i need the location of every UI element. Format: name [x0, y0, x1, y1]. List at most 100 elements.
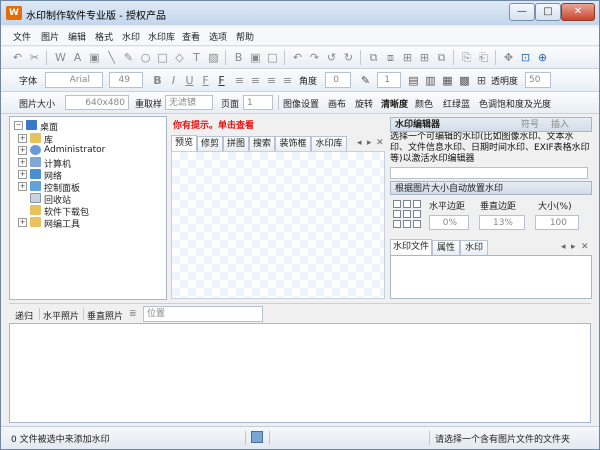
align-right-icon[interactable]: ≡: [265, 74, 278, 87]
send-back-icon[interactable]: ⧉: [435, 51, 448, 64]
filter-select[interactable]: 无滤镜: [165, 95, 213, 110]
frame-icon[interactable]: □: [266, 51, 279, 64]
list-view-icon[interactable]: ≣: [129, 309, 137, 319]
menu-options[interactable]: 选项: [209, 30, 227, 43]
auto-place-header[interactable]: 根据图片大小自动放置水印: [390, 181, 592, 195]
pen-icon[interactable]: ✎: [122, 51, 135, 64]
menu-watermark[interactable]: 水印: [122, 30, 140, 43]
copy-icon[interactable]: ⎘: [460, 51, 473, 64]
maximize-button[interactable]: □: [535, 3, 561, 21]
pattern-icon[interactable]: ▩: [458, 74, 471, 87]
color-button[interactable]: 颜色: [415, 97, 433, 110]
group-icon[interactable]: ⧉: [367, 51, 380, 64]
minimize-button[interactable]: —: [509, 3, 535, 21]
tab-watermark-file[interactable]: 水印文件: [390, 239, 432, 255]
picture-add-icon[interactable]: ▣: [249, 51, 262, 64]
image-size-field[interactable]: 640x480: [65, 95, 129, 110]
expand-icon[interactable]: +: [18, 146, 27, 155]
hue-saturation-button[interactable]: 色调饱和度及光度: [479, 97, 551, 110]
position-grid-cell[interactable]: [403, 210, 411, 218]
vertical-photo-button[interactable]: 垂直照片: [87, 309, 123, 322]
menu-edit[interactable]: 编辑: [68, 30, 86, 43]
rotate-left-icon[interactable]: ↺: [325, 51, 338, 64]
menu-help[interactable]: 帮助: [236, 30, 254, 43]
tab-scroll-left-icon[interactable]: ◂: [357, 138, 362, 148]
shape-icon[interactable]: ◇: [173, 51, 186, 64]
tab-search[interactable]: 搜索: [249, 136, 275, 151]
font-family-select[interactable]: Arial: [45, 72, 103, 88]
expand-icon[interactable]: +: [18, 158, 27, 167]
watermark-edit-field[interactable]: [390, 167, 588, 179]
ellipse-icon[interactable]: ○: [139, 51, 152, 64]
tab-properties[interactable]: 属性: [432, 240, 460, 255]
menu-file[interactable]: 文件: [13, 30, 31, 43]
hint-link[interactable]: 你有提示。单击查看: [173, 118, 254, 131]
page-select[interactable]: 1: [243, 95, 273, 110]
tab-close-icon[interactable]: ✕: [376, 138, 384, 148]
italic-button[interactable]: I: [167, 74, 180, 87]
position-select[interactable]: 位置: [143, 306, 263, 322]
tab-scroll-right-icon[interactable]: ▸: [571, 242, 576, 252]
font-effect-button[interactable]: F: [215, 74, 228, 87]
tab-close-icon[interactable]: ✕: [581, 242, 589, 252]
recursive-button[interactable]: 递归: [15, 309, 33, 322]
fit-icon[interactable]: ⊡: [519, 51, 532, 64]
position-grid-cell[interactable]: [393, 220, 401, 228]
tab-scroll-right-icon[interactable]: ▸: [367, 138, 372, 148]
close-button[interactable]: ✕: [561, 3, 595, 21]
position-grid-cell[interactable]: [413, 200, 421, 208]
tab-collage[interactable]: 拼图: [223, 136, 249, 151]
size-spin[interactable]: 100: [535, 215, 579, 230]
text-icon[interactable]: A: [71, 51, 84, 64]
expand-icon[interactable]: +: [18, 182, 27, 191]
insert-button[interactable]: 插入: [551, 118, 569, 132]
vmargin-spin[interactable]: 13%: [479, 215, 525, 230]
angle-select[interactable]: 0: [325, 72, 351, 88]
file-list-panel[interactable]: [9, 323, 591, 423]
tab-trim[interactable]: 修剪: [197, 136, 223, 151]
undo-action-icon[interactable]: ↶: [291, 51, 304, 64]
move-icon[interactable]: ✥: [502, 51, 515, 64]
sharpness-button[interactable]: 清晰度: [381, 97, 408, 110]
rgb-button[interactable]: 红绿蓝: [443, 97, 470, 110]
tab-watermark-library[interactable]: 水印库: [311, 136, 347, 151]
opacity-select[interactable]: 50: [525, 72, 551, 88]
menu-image[interactable]: 图片: [41, 30, 59, 43]
text-add-icon[interactable]: B: [232, 51, 245, 64]
collapse-icon[interactable]: −: [14, 121, 23, 130]
shadow-icon[interactable]: ▥: [424, 74, 437, 87]
tab-frame[interactable]: 装饰框: [275, 136, 311, 151]
expand-icon[interactable]: +: [18, 218, 27, 227]
menu-view[interactable]: 查看: [182, 30, 200, 43]
rotate-button[interactable]: 旋转: [355, 97, 373, 110]
align-icon[interactable]: ⊞: [401, 51, 414, 64]
line-icon[interactable]: ╲: [105, 51, 118, 64]
tab-preview[interactable]: 预览: [171, 135, 197, 151]
justify-icon[interactable]: ≡: [281, 74, 294, 87]
image-icon[interactable]: ▣: [88, 51, 101, 64]
ungroup-icon[interactable]: ⧈: [384, 51, 397, 64]
image-settings-button[interactable]: 图像设置: [283, 97, 319, 110]
zoom-icon[interactable]: ⊕: [536, 51, 549, 64]
rect-icon[interactable]: □: [156, 51, 169, 64]
stroke-width-select[interactable]: 1: [377, 72, 401, 88]
position-grid-cell[interactable]: [413, 220, 421, 228]
bring-front-icon[interactable]: ⊞: [418, 51, 431, 64]
expand-icon[interactable]: +: [18, 134, 27, 143]
position-grid-cell[interactable]: [393, 200, 401, 208]
redo-action-icon[interactable]: ↷: [308, 51, 321, 64]
cut-icon[interactable]: ✂: [28, 51, 41, 64]
fill-color-icon[interactable]: ▤: [407, 74, 420, 87]
undo-icon[interactable]: ↶: [11, 51, 24, 64]
border-icon[interactable]: ▦: [441, 74, 454, 87]
font-color-button[interactable]: F: [199, 74, 212, 87]
symbol-button[interactable]: 符号: [521, 118, 539, 132]
horizontal-photo-button[interactable]: 水平照片: [43, 309, 79, 322]
hmargin-spin[interactable]: 0%: [429, 215, 469, 230]
picture-tool-icon[interactable]: ▨: [207, 51, 220, 64]
align-left-icon[interactable]: ≡: [233, 74, 246, 87]
position-grid-cell[interactable]: [403, 220, 411, 228]
menu-format[interactable]: 格式: [95, 30, 113, 43]
align-center-icon[interactable]: ≡: [249, 74, 262, 87]
watermark-icon[interactable]: W: [54, 51, 67, 64]
